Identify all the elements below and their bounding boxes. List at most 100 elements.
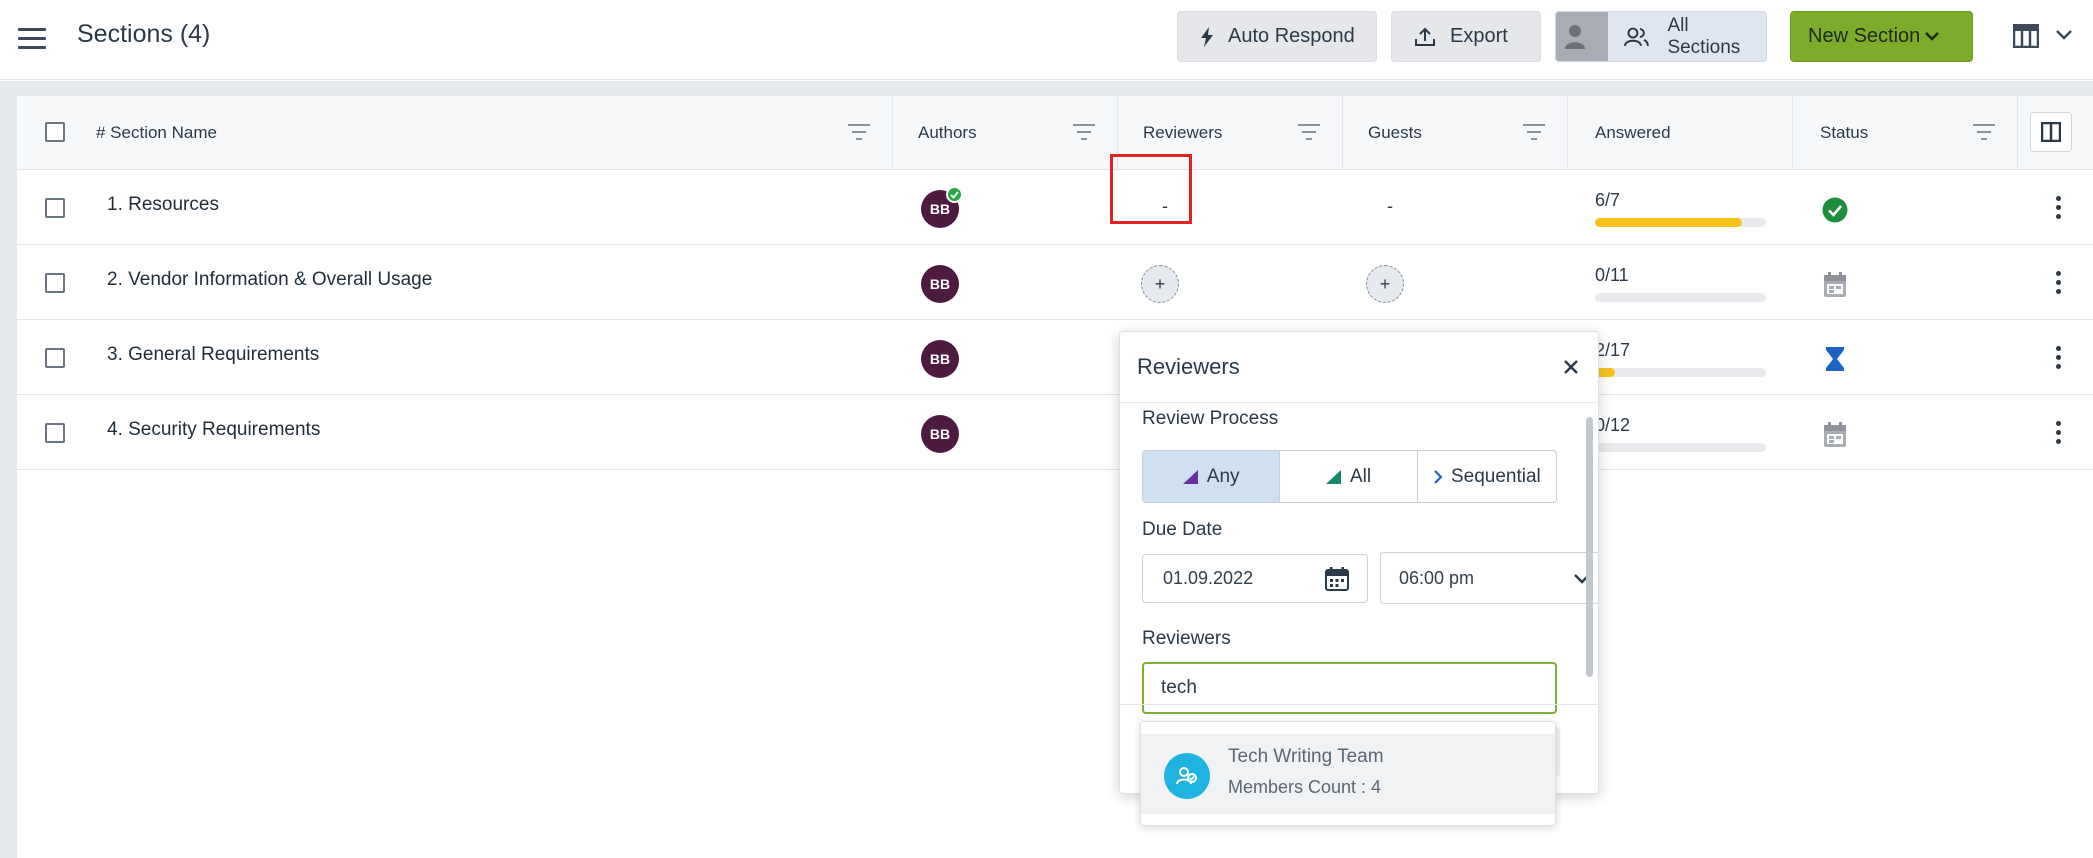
answered-progress-bar (1595, 293, 1766, 302)
process-option-label: Sequential (1450, 465, 1541, 487)
divider (1120, 402, 1598, 403)
column-label: Status (1820, 123, 1869, 142)
column-guests: Guests (1343, 96, 1568, 170)
row-checkbox[interactable] (45, 348, 65, 368)
auto-respond-button[interactable]: Auto Respond (1177, 11, 1377, 62)
section-name[interactable]: 4. Security Requirements (107, 419, 320, 441)
section-name[interactable]: 1. Resources (107, 194, 219, 216)
row-checkbox[interactable] (45, 423, 65, 443)
suggestion-item[interactable]: Tech Writing Team Members Count : 4 (1141, 734, 1555, 814)
answered-count: 6/7 (1595, 190, 1621, 210)
group-icon (1176, 767, 1197, 785)
more-options-icon[interactable] (2053, 271, 2063, 295)
table-row[interactable]: 1. Resources BB - - 6/7 (17, 170, 2093, 245)
review-process-label: Review Process (1142, 408, 1279, 429)
table-header: # Section Name Authors Reviewers Guests … (17, 96, 2093, 170)
sections-table: # Section Name Authors Reviewers Guests … (17, 96, 2093, 858)
table-row[interactable]: 3. General Requirements BB 2/17 (17, 320, 2093, 395)
lightning-icon (1201, 26, 1213, 47)
triangle-icon (1325, 469, 1341, 484)
due-time-value: 06:00 pm (1399, 567, 1475, 588)
author-avatar[interactable]: BB (921, 415, 959, 453)
chevron-down-icon (1925, 32, 1939, 41)
more-options-icon[interactable] (2053, 346, 2063, 370)
filter-icon[interactable] (1073, 124, 1095, 140)
due-time-select[interactable]: 06:00 pm (1380, 552, 1598, 604)
review-process-toggle: Any All Sequential (1142, 450, 1557, 503)
new-section-button[interactable]: New Section (1790, 11, 1973, 62)
all-sections-button[interactable]: All Sections (1555, 11, 1767, 62)
upload-icon (1415, 27, 1435, 46)
suggestion-members-count: Members Count : 4 (1228, 777, 1382, 797)
author-avatar[interactable]: BB (921, 186, 963, 228)
table-row[interactable]: 4. Security Requirements BB 0/12 (17, 395, 2093, 470)
column-status: Status (1793, 96, 2018, 170)
add-guest-button[interactable]: + (1366, 265, 1404, 303)
table-view-icon[interactable] (2013, 24, 2039, 48)
filter-icon[interactable] (1298, 124, 1320, 140)
table-row[interactable]: 2. Vendor Information & Overall Usage BB… (17, 245, 2093, 320)
process-option-all[interactable]: All (1280, 451, 1418, 502)
column-label: Answered (1595, 123, 1671, 142)
check-badge-icon (946, 186, 963, 203)
avatar-initials: BB (929, 351, 951, 367)
filter-icon[interactable] (1523, 124, 1545, 140)
author-avatar[interactable]: BB (921, 265, 959, 303)
content-gutter-left (0, 81, 17, 858)
add-reviewer-button[interactable]: + (1141, 265, 1179, 303)
auto-respond-label: Auto Respond (1228, 25, 1355, 47)
user-icon (1556, 12, 1608, 61)
close-icon[interactable] (1560, 356, 1582, 378)
calendar-icon[interactable] (1325, 567, 1349, 591)
column-authors: Authors (893, 96, 1118, 170)
avatar-initials: BB (929, 276, 951, 292)
chevron-down-icon[interactable] (2055, 28, 2073, 42)
row-checkbox[interactable] (45, 273, 65, 293)
progress-fill (1595, 218, 1742, 227)
popup-scrollbar[interactable] (1586, 417, 1593, 677)
hourglass-status-icon (1826, 347, 1844, 371)
filter-icon[interactable] (1973, 124, 1995, 140)
calendar-status-icon (1824, 422, 1846, 447)
group-avatar (1164, 753, 1210, 799)
answered-progress-bar (1595, 218, 1766, 227)
author-avatar[interactable]: BB (921, 340, 959, 378)
reviewers-input-value: tech (1161, 677, 1197, 698)
export-label: Export (1450, 25, 1508, 47)
calendar-status-icon (1824, 272, 1846, 297)
chevron-right-icon (1434, 469, 1443, 484)
more-options-icon[interactable] (2053, 421, 2063, 445)
suggestion-name: Tech Writing Team (1228, 746, 1384, 767)
column-label: Authors (918, 123, 977, 142)
column-toggle-button[interactable] (2030, 112, 2072, 152)
filter-icon[interactable] (848, 124, 870, 140)
due-date-field[interactable]: 01.09.2022 (1142, 554, 1368, 603)
column-label: # Section Name (96, 123, 217, 142)
completed-status-icon (1822, 197, 1848, 223)
popup-title: Reviewers (1137, 354, 1240, 379)
column-label: Guests (1368, 123, 1422, 142)
section-name[interactable]: 2. Vendor Information & Overall Usage (107, 269, 432, 291)
menu-icon[interactable] (18, 26, 46, 50)
row-checkbox[interactable] (45, 198, 65, 218)
due-date-value: 01.09.2022 (1163, 568, 1254, 588)
reviewer-suggestions-dropdown: Tech Writing Team Members Count : 4 (1140, 721, 1556, 826)
divider (1120, 704, 1598, 705)
reviewers-search-input[interactable]: tech (1142, 662, 1557, 714)
section-name[interactable]: 3. General Requirements (107, 344, 319, 366)
more-options-icon[interactable] (2053, 196, 2063, 220)
triangle-icon (1182, 469, 1198, 484)
column-label: Reviewers (1143, 123, 1223, 142)
answered-count: 0/12 (1595, 415, 1631, 435)
add-reviewer-highlight (1110, 154, 1192, 224)
process-option-any[interactable]: Any (1143, 451, 1281, 502)
answered-count: 2/17 (1595, 340, 1631, 360)
page-title: Sections (4) (77, 20, 211, 48)
content-gutter (0, 81, 2093, 96)
answered-progress-bar (1595, 368, 1766, 377)
process-option-label: Any (1206, 465, 1240, 487)
avatar-initials: BB (929, 426, 951, 442)
process-option-sequential[interactable]: Sequential (1418, 451, 1556, 502)
column-answered: Answered (1568, 96, 1793, 170)
export-button[interactable]: Export (1391, 11, 1541, 62)
